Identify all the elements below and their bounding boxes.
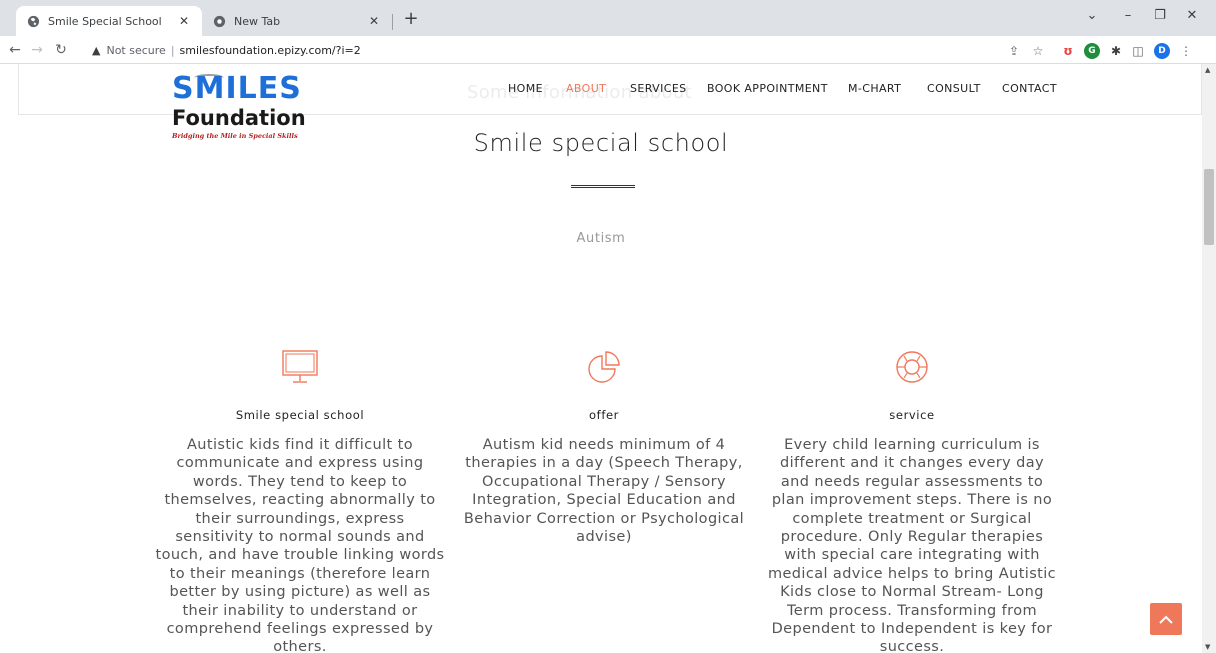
forward-arrow-icon[interactable]: → [28,41,46,59]
feature-column-offer: offer Autism kid needs minimum of 4 ther… [459,348,749,546]
extensions-puzzle-icon[interactable]: ✱ [1108,43,1124,59]
pie-chart-icon [588,351,620,383]
browser-toolbar: ← → ↻ ▲ Not secure | smilesfoundation.ep… [0,36,1216,64]
title-divider [571,185,635,188]
address-divider: | [170,43,175,57]
url-text: smilesfoundation.epizy.com/?i=2 [179,43,361,57]
close-icon[interactable]: ✕ [366,14,382,28]
lifebuoy-icon [896,351,928,383]
bookmark-star-icon[interactable]: ☆ [1030,43,1046,59]
page-viewport: Some information about SMILES Foundation… [0,64,1202,653]
share-icon[interactable]: ⇪ [1006,43,1022,59]
security-label: Not secure [106,43,166,57]
feature-column-service: service Every child learning curriculum … [767,348,1057,653]
chevron-up-icon [1159,615,1173,624]
tab-separator [392,14,393,30]
feature-title: service [889,408,935,422]
monitor-icon [282,350,318,383]
tab-title: Smile Special School [48,14,162,28]
nav-about[interactable]: ABOUT [566,82,606,95]
feature-title: offer [589,408,619,422]
logo-subtitle: Foundation [172,106,306,130]
nav-home[interactable]: HOME [508,82,543,95]
extension-pocket-icon[interactable]: ʊ [1060,43,1076,59]
browser-tabstrip: Smile Special School ✕ New Tab ✕ + ⌄ – ❐… [0,0,1216,36]
kebab-menu-icon[interactable]: ⋮ [1178,43,1194,59]
nav-services[interactable]: SERVICES [630,82,687,95]
nav-consult[interactable]: CONSULT [927,82,981,95]
window-close-icon[interactable]: ✕ [1180,8,1204,23]
tab-new-tab[interactable]: New Tab ✕ [202,6,392,36]
feature-title: Smile special school [235,408,365,422]
feature-text: Autism kid needs minimum of 4 therapies … [463,437,745,546]
page-title: Smile special school [473,129,729,157]
globe-icon [26,14,40,28]
feature-text: Every child learning curriculum is diffe… [767,437,1057,653]
nav-m-chart[interactable]: M-CHART [848,82,901,95]
close-icon[interactable]: ✕ [176,14,192,28]
scroll-down-arrow-icon[interactable]: ▼ [1205,643,1210,651]
side-panel-icon[interactable]: ◫ [1130,43,1146,59]
back-to-top-button[interactable] [1150,603,1182,635]
feature-text: Autistic kids find it difficult to commu… [155,437,445,653]
page-scrollbar[interactable]: ▲ ▼ [1202,64,1216,653]
tab-search-chevron-icon[interactable]: ⌄ [1080,8,1104,23]
tab-title: New Tab [234,14,281,28]
nav-contact[interactable]: CONTACT [1002,82,1057,95]
chrome-icon [212,14,226,28]
new-tab-button[interactable]: + [400,8,422,30]
scroll-up-arrow-icon[interactable]: ▲ [1205,66,1210,74]
reload-icon[interactable]: ↻ [52,41,70,59]
logo-wordmark: SMILES [172,71,302,106]
restore-icon[interactable]: ❐ [1148,8,1172,23]
address-bar[interactable]: ▲ Not secure | smilesfoundation.epizy.co… [92,39,1002,61]
tab-smile-special-school[interactable]: Smile Special School ✕ [16,6,202,36]
minimize-icon[interactable]: – [1116,8,1140,23]
profile-avatar[interactable]: D [1154,43,1170,59]
scrollbar-thumb[interactable] [1204,169,1214,245]
extension-grammarly-icon[interactable]: G [1084,43,1100,59]
feature-column-school: Smile special school Autistic kids find … [155,348,445,653]
nav-book-appointment[interactable]: BOOK APPOINTMENT [707,82,828,95]
page-subtitle: Autism [576,231,626,246]
warning-triangle-icon: ▲ [92,43,101,57]
back-arrow-icon[interactable]: ← [6,41,24,59]
